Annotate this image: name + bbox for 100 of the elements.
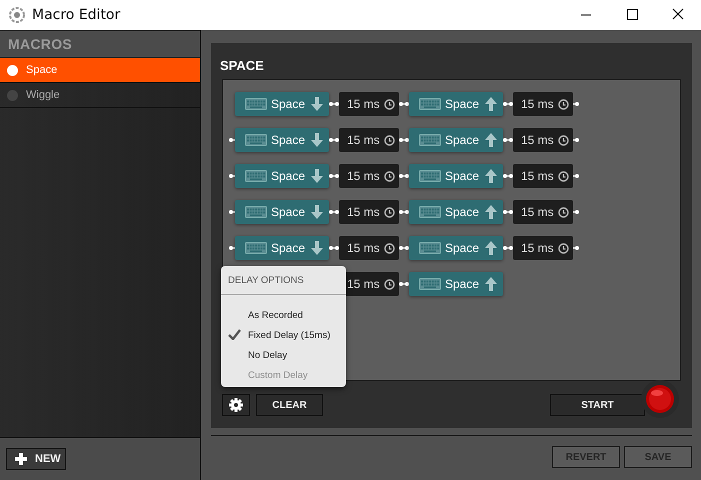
keyboard-icon — [419, 170, 441, 182]
link-connector — [399, 280, 409, 288]
clock-icon — [558, 206, 569, 218]
link-connector — [399, 244, 409, 252]
link-connector — [329, 208, 339, 216]
status-dot-icon — [7, 90, 18, 100]
clock-icon — [384, 206, 395, 218]
link-connector — [573, 136, 579, 144]
key-node[interactable]: Space — [409, 164, 503, 188]
key-node[interactable]: Space — [409, 128, 503, 152]
clock-icon — [384, 134, 395, 146]
keyboard-icon — [419, 278, 441, 290]
key-label: Space — [445, 133, 480, 147]
delay-label: 15 ms — [347, 97, 380, 111]
delay-node[interactable]: 15 ms — [513, 164, 573, 188]
keyboard-icon — [419, 98, 441, 110]
link-connector — [399, 172, 409, 180]
delay-node[interactable]: 15 ms — [513, 200, 573, 224]
key-label: Space — [445, 97, 480, 111]
delay-node[interactable]: 15 ms — [513, 92, 573, 116]
macro-name: Wiggle — [26, 89, 60, 101]
keyboard-icon — [245, 170, 267, 182]
link-connector — [573, 244, 579, 252]
key-node[interactable]: Space — [409, 92, 503, 116]
key-label: Space — [445, 277, 480, 291]
keyboard-icon — [419, 206, 441, 218]
delay-label: 15 ms — [347, 133, 380, 147]
link-connector — [503, 172, 513, 180]
key-node[interactable]: Space — [409, 272, 503, 296]
key-label: Space — [271, 133, 306, 147]
keyboard-icon — [245, 134, 267, 146]
keyboard-icon — [419, 242, 441, 254]
delay-label: 15 ms — [521, 97, 554, 111]
macro-item[interactable]: Wiggle — [0, 83, 200, 108]
link-connector — [503, 136, 513, 144]
delay-label: 15 ms — [521, 169, 554, 183]
clear-button[interactable]: CLEAR — [256, 394, 323, 416]
sidebar-header: MACROS — [0, 31, 200, 58]
start-button[interactable]: START — [550, 394, 645, 416]
new-button[interactable]: NEW — [6, 448, 66, 470]
link-connector — [503, 208, 513, 216]
link-connector — [503, 100, 513, 108]
menu-option[interactable]: No Delay — [221, 345, 346, 365]
link-connector — [399, 136, 409, 144]
app-logo-icon — [8, 6, 26, 24]
menu-header: DELAY OPTIONS — [221, 266, 346, 295]
key-label: Space — [445, 169, 480, 183]
keyboard-icon — [245, 98, 267, 110]
settings-button[interactable] — [222, 394, 250, 416]
menu-option[interactable]: As Recorded — [221, 305, 346, 325]
clock-icon — [558, 98, 569, 110]
keyboard-icon — [419, 134, 441, 146]
delay-node[interactable]: 15 ms — [513, 128, 573, 152]
link-connector — [573, 208, 579, 216]
link-connector — [329, 136, 339, 144]
key-node[interactable]: Space — [409, 236, 503, 260]
clock-icon — [384, 242, 395, 254]
menu-option[interactable]: Fixed Delay (15ms) — [221, 325, 346, 345]
key-node[interactable]: Space — [235, 236, 329, 260]
macro-title: SPACE — [220, 57, 265, 75]
link-connector — [329, 100, 339, 108]
clock-icon — [384, 98, 395, 110]
key-label: Space — [271, 169, 306, 183]
link-connector — [329, 244, 339, 252]
delay-node[interactable]: 15 ms — [339, 128, 399, 152]
key-node[interactable]: Space — [409, 200, 503, 224]
delay-node[interactable]: 15 ms — [339, 200, 399, 224]
link-connector — [503, 244, 513, 252]
link-connector — [329, 172, 339, 180]
delay-label: 15 ms — [347, 241, 380, 255]
delay-label: 15 ms — [521, 133, 554, 147]
keyboard-icon — [245, 206, 267, 218]
delay-node[interactable]: 15 ms — [513, 236, 573, 260]
clock-icon — [558, 170, 569, 182]
key-label: Space — [271, 205, 306, 219]
macro-name: Space — [26, 64, 58, 76]
clock-icon — [558, 134, 569, 146]
plus-icon — [15, 453, 27, 465]
key-node[interactable]: Space — [235, 92, 329, 116]
link-connector — [399, 208, 409, 216]
link-connector — [573, 172, 579, 180]
key-node[interactable]: Space — [235, 164, 329, 188]
key-label: Space — [445, 241, 480, 255]
key-label: Space — [445, 205, 480, 219]
delay-node[interactable]: 15 ms — [339, 164, 399, 188]
settings-icon — [229, 398, 243, 412]
key-label: Space — [271, 97, 306, 111]
delay-node[interactable]: 15 ms — [339, 236, 399, 260]
link-connector — [399, 100, 409, 108]
delay-label: 15 ms — [347, 205, 380, 219]
clock-icon — [558, 242, 569, 254]
delay-label: 15 ms — [521, 205, 554, 219]
delay-label: 15 ms — [347, 169, 380, 183]
delay-node[interactable]: 15 ms — [339, 92, 399, 116]
key-node[interactable]: Space — [235, 200, 329, 224]
clock-icon — [384, 170, 395, 182]
clock-icon — [384, 278, 395, 290]
record-button[interactable] — [640, 379, 680, 419]
key-node[interactable]: Space — [235, 128, 329, 152]
delay-label: 15 ms — [521, 241, 554, 255]
